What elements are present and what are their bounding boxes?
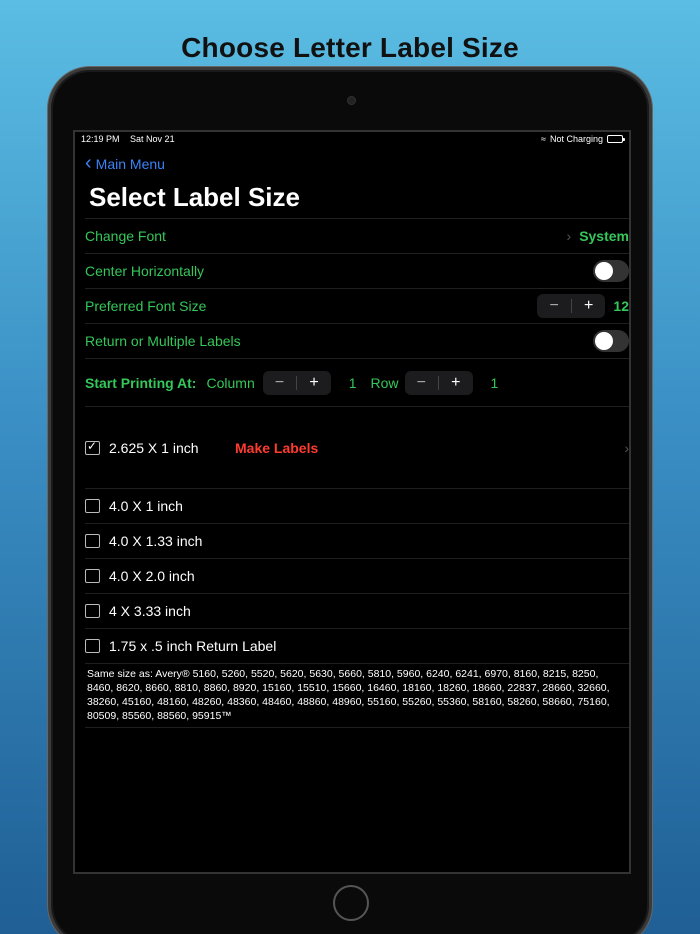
checkbox-icon[interactable]	[85, 604, 100, 618]
size-option-row[interactable]: 4 X 3.33 inch	[85, 593, 629, 628]
change-font-row[interactable]: Change Font › System	[85, 218, 629, 253]
checkbox-icon[interactable]	[85, 569, 100, 583]
compatibility-note: Same size as: Avery® 5160, 5260, 5520, 5…	[87, 668, 610, 722]
chevron-right-icon: ›	[624, 439, 629, 456]
preferred-font-size-label: Preferred Font Size	[85, 298, 207, 314]
row-value: 1	[490, 374, 499, 391]
size-option-label: 4.0 X 2.0 inch	[109, 568, 195, 584]
camera	[347, 96, 356, 105]
column-increment-button[interactable]: +	[297, 371, 331, 395]
start-printing-row: Start Printing At: Column − + 1 Row − + …	[85, 358, 629, 406]
status-time: 12:19 PM	[81, 134, 120, 144]
divider	[85, 727, 629, 728]
screen: 12:19 PM Sat Nov 21 ≈ Not Charging ‹ Mai…	[73, 130, 631, 874]
size-option-row[interactable]: 4.0 X 2.0 inch	[85, 558, 629, 593]
size-option-row[interactable]: 4.0 X 1 inch	[85, 488, 629, 523]
size-option-row[interactable]: 4.0 X 1.33 inch	[85, 523, 629, 558]
checkbox-checked-icon[interactable]	[85, 439, 100, 455]
back-label: Main Menu	[95, 156, 165, 172]
preferred-font-size-value: 12	[613, 298, 629, 314]
center-horizontally-row: Center Horizontally	[85, 253, 629, 288]
checkbox-icon[interactable]	[85, 534, 100, 548]
battery-icon	[607, 135, 625, 143]
font-size-stepper: − +	[537, 294, 606, 318]
column-decrement-button[interactable]: −	[263, 371, 297, 395]
chevron-right-icon: ›	[566, 228, 572, 244]
size-option-label: 4.0 X 1 inch	[109, 498, 183, 514]
change-font-value: System	[579, 228, 629, 244]
ipad-frame: 12:19 PM Sat Nov 21 ≈ Not Charging ‹ Mai…	[48, 67, 652, 934]
size-option-row[interactable]: 1.75 x .5 inch Return Label	[85, 628, 629, 663]
return-multiple-row: Return or Multiple Labels	[85, 323, 629, 358]
column-stepper: − +	[262, 370, 331, 395]
column-label: Column	[206, 374, 255, 391]
row-increment-button[interactable]: +	[439, 371, 473, 395]
row-stepper: − +	[404, 370, 473, 395]
size-option-label: 4.0 X 1.33 inch	[109, 533, 203, 549]
charging-status: Not Charging	[549, 134, 603, 144]
home-button[interactable]	[333, 885, 369, 921]
font-size-decrement-button[interactable]: −	[537, 294, 571, 318]
return-multiple-label: Return or Multiple Labels	[85, 333, 241, 349]
row-decrement-button[interactable]: −	[405, 371, 439, 395]
divider	[85, 663, 629, 664]
size-option-label: 4 X 3.33 inch	[109, 603, 191, 619]
page-title: Select Label Size	[89, 182, 300, 212]
selected-size-label: 2.625 X 1 inch	[109, 439, 199, 456]
change-font-label: Change Font	[85, 228, 166, 244]
column-value: 1	[348, 374, 357, 391]
preferred-font-size-row: Preferred Font Size − + 12	[85, 288, 629, 323]
center-horizontally-label: Center Horizontally	[85, 263, 205, 279]
font-size-increment-button[interactable]: +	[572, 294, 606, 318]
status-bar: 12:19 PM Sat Nov 21 ≈ Not Charging	[75, 132, 629, 146]
return-multiple-toggle[interactable]	[593, 330, 629, 352]
center-horizontally-toggle[interactable]	[593, 260, 629, 282]
checkbox-icon[interactable]	[85, 499, 100, 513]
chevron-left-icon: ‹	[85, 152, 92, 174]
wifi-icon: ≈	[541, 134, 546, 144]
headline: Choose Letter Label Size	[181, 32, 519, 63]
back-button[interactable]: ‹ Main Menu	[85, 152, 165, 174]
selected-size-row[interactable]: 2.625 X 1 inch Make Labels ›	[85, 406, 629, 488]
start-printing-label: Start Printing At:	[85, 374, 197, 391]
status-date: Sat Nov 21	[130, 134, 175, 144]
checkbox-icon[interactable]	[85, 639, 100, 653]
size-option-label: 1.75 x .5 inch Return Label	[109, 638, 277, 654]
make-labels-button[interactable]: Make Labels	[235, 440, 318, 456]
row-label: Row	[370, 374, 399, 391]
